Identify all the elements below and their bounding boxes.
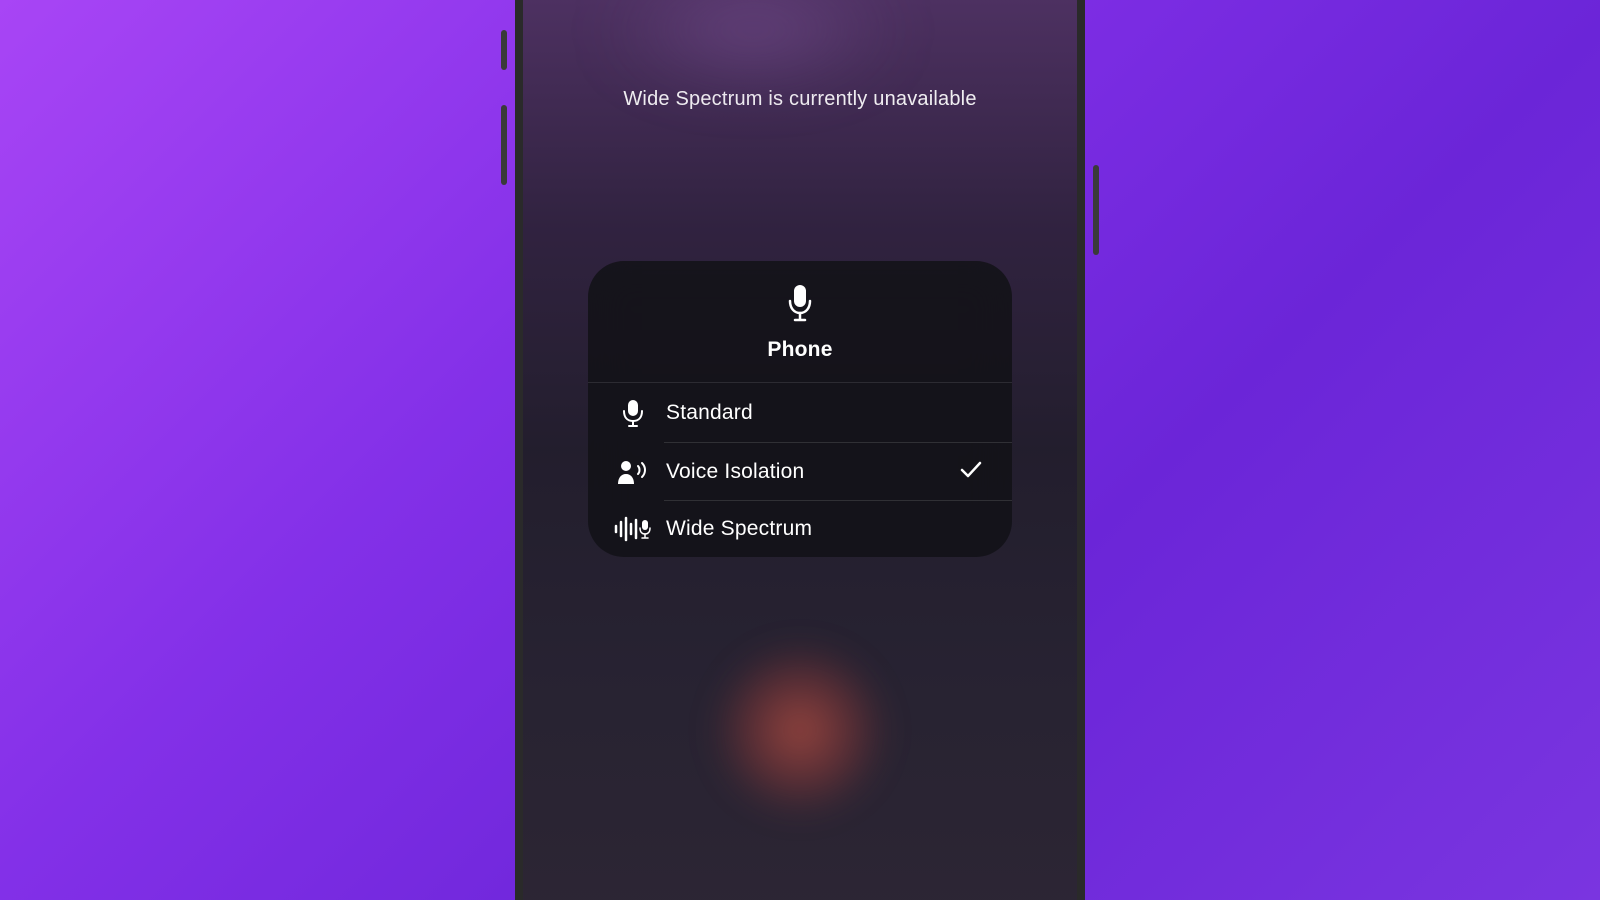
mic-mode-menu: Phone Standard [588, 261, 1012, 557]
checkmark-icon [960, 461, 982, 484]
screen-glow-decoration [603, 0, 903, 90]
microphone-icon [614, 398, 652, 428]
waveform-mic-icon [614, 516, 652, 542]
mic-mode-option-voice-isolation[interactable]: Voice Isolation [588, 443, 1012, 501]
phone-screen: Wide Spectrum is currently unavailable P… [523, 0, 1077, 900]
menu-header: Phone [588, 261, 1012, 383]
microphone-icon [786, 283, 814, 328]
option-label: Wide Spectrum [666, 517, 986, 541]
mic-mode-option-standard[interactable]: Standard [588, 383, 1012, 443]
record-glow-decoration [710, 640, 890, 820]
volume-down-button [501, 105, 507, 185]
option-label: Standard [666, 401, 986, 425]
option-label: Voice Isolation [666, 460, 960, 484]
person-speaking-icon [614, 458, 652, 486]
phone-frame: Wide Spectrum is currently unavailable P… [515, 0, 1085, 900]
status-message: Wide Spectrum is currently unavailable [623, 88, 976, 111]
volume-up-button [501, 30, 507, 70]
menu-title: Phone [767, 338, 832, 362]
mic-mode-option-wide-spectrum[interactable]: Wide Spectrum [588, 501, 1012, 557]
side-button [1093, 165, 1099, 255]
